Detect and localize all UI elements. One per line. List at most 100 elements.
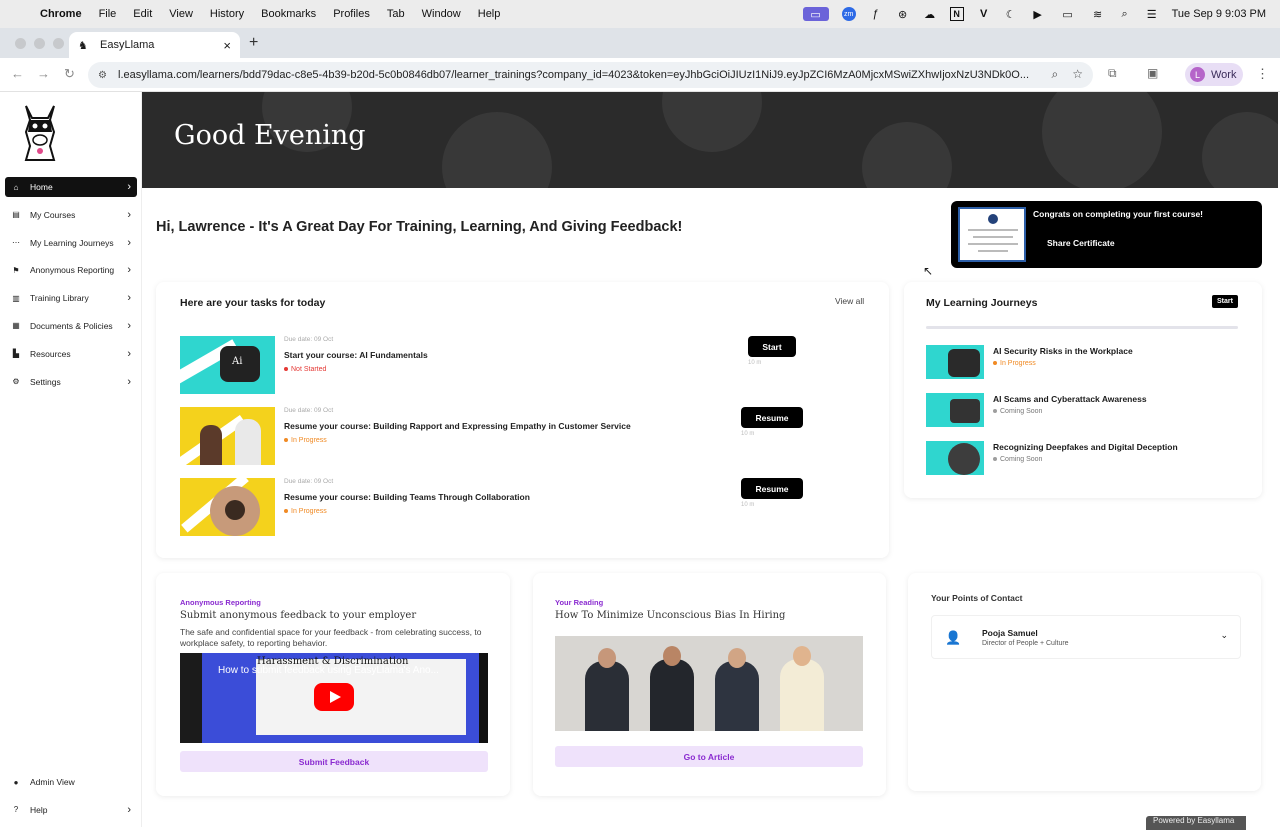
go-to-article-button[interactable]: Go to Article — [555, 746, 863, 767]
easyllama-logo-icon[interactable] — [20, 102, 60, 166]
sidebar-item-learning-journeys[interactable]: ⋯ My Learning Journeys › — [5, 233, 137, 253]
status-badge: In Progress — [993, 360, 1036, 367]
openai-icon[interactable]: ⊛ — [896, 7, 910, 21]
user-icon: ● — [13, 777, 19, 787]
menu-history[interactable]: History — [210, 8, 244, 20]
contact-row[interactable]: 👤 Pooja Samuel Director of People + Cult… — [931, 615, 1241, 659]
journeys-title: My Learning Journeys — [926, 297, 1038, 309]
moon-icon[interactable]: ☾ — [1004, 7, 1018, 21]
journey-item[interactable]: AI Scams and Cyberattack Awareness Comin… — [926, 393, 1246, 427]
journey-item[interactable]: Recognizing Deepfakes and Digital Decept… — [926, 441, 1246, 475]
chevron-down-icon[interactable]: ⌄ — [1220, 630, 1228, 641]
article-image[interactable] — [555, 636, 863, 731]
menu-window[interactable]: Window — [422, 8, 461, 20]
zoom-icon[interactable]: zm — [841, 7, 856, 21]
sidebar-item-label: Admin View — [30, 777, 75, 787]
task-name[interactable]: Start your course: AI Fundamentals — [284, 350, 428, 360]
sidebar-item-my-courses[interactable]: ▤ My Courses › — [5, 205, 137, 225]
zoom-lens-icon[interactable]: ⌕ — [1052, 67, 1059, 82]
reload-icon[interactable]: ↻ — [64, 66, 75, 82]
course-thumbnail[interactable]: Ai — [180, 336, 275, 394]
bookmark-star-icon[interactable]: ☆ — [1072, 67, 1083, 82]
sidebar-item-training-library[interactable]: ▥ Training Library › — [5, 288, 137, 308]
menu-view[interactable]: View — [169, 8, 193, 20]
sidebar-item-home[interactable]: ⌂ Home › — [5, 177, 137, 197]
extensions-icon[interactable]: ⧉ — [1108, 66, 1117, 81]
menu-profiles[interactable]: Profiles — [333, 8, 370, 20]
chevron-right-icon: › — [127, 236, 131, 249]
battery-icon[interactable]: ▭ — [1058, 7, 1078, 21]
certificate-thumbnail[interactable] — [958, 207, 1026, 262]
sidebar-item-settings[interactable]: ⚙ Settings › — [5, 372, 137, 392]
play-circle-icon[interactable]: ▶ — [1031, 7, 1045, 21]
view-all-link[interactable]: View all — [835, 296, 864, 306]
start-button[interactable]: Start — [748, 336, 796, 357]
screen-share-icon[interactable]: ▭ — [802, 7, 829, 21]
sidebar-item-anonymous-reporting[interactable]: ⚑ Anonymous Reporting › — [5, 260, 137, 280]
task-name[interactable]: Resume your course: Building Rapport and… — [284, 421, 631, 431]
journey-name: AI Scams and Cyberattack Awareness — [993, 394, 1147, 404]
course-thumbnail[interactable] — [180, 407, 275, 465]
back-icon[interactable]: ← — [11, 66, 24, 81]
control-center-icon[interactable]: ☰ — [1145, 7, 1159, 21]
menu-app-name[interactable]: Chrome — [40, 8, 82, 20]
mouse-cursor-icon: ↖ — [923, 264, 934, 278]
task-duration: 10 m — [741, 431, 755, 437]
figma-icon[interactable]: ƒ — [869, 7, 883, 21]
menu-bookmarks[interactable]: Bookmarks — [261, 8, 316, 20]
zoom-window-button[interactable] — [53, 38, 64, 49]
sidebar-item-documents-policies[interactable]: ▦ Documents & Policies › — [5, 316, 137, 336]
close-tab-icon[interactable]: × — [223, 38, 231, 53]
vectorworks-icon[interactable]: V — [977, 7, 991, 21]
sidebar-item-admin-view[interactable]: ● Admin View — [5, 772, 137, 792]
side-panel-icon[interactable]: ▣ — [1147, 66, 1158, 80]
chevron-right-icon: › — [127, 375, 131, 388]
wifi-icon[interactable]: ≋ — [1091, 7, 1105, 21]
menu-help[interactable]: Help — [478, 8, 501, 20]
card-heading[interactable]: How To Minimize Unconscious Bias In Hiri… — [555, 610, 785, 621]
journeys-progress-bar — [926, 326, 1238, 329]
new-tab-icon[interactable]: + — [249, 34, 258, 52]
sidebar-item-label: My Courses — [30, 209, 76, 220]
menubar-clock[interactable]: Tue Sep 9 9:03 PM — [1172, 8, 1266, 20]
journeys-start-button[interactable]: Start — [1212, 295, 1238, 308]
chrome-menu-icon[interactable]: ⋮ — [1256, 66, 1269, 82]
url-text[interactable]: l.easyllama.com/learners/bdd79dac-c8e5-4… — [118, 69, 1038, 81]
video-title[interactable]: How to submit feedback using EasyLlama's… — [218, 665, 439, 676]
tab-title: EasyLlama — [100, 39, 155, 51]
cloud-icon[interactable]: ☁ — [923, 7, 937, 21]
task-name[interactable]: Resume your course: Building Teams Throu… — [284, 492, 530, 502]
llama-favicon-icon: ♞ — [78, 39, 88, 52]
share-certificate-button[interactable]: Share Certificate — [1047, 238, 1115, 248]
card-label: Anonymous Reporting — [180, 598, 261, 607]
resume-button[interactable]: Resume — [741, 407, 803, 428]
browser-tab-easyllama[interactable]: ♞ EasyLlama × — [69, 32, 240, 58]
menu-file[interactable]: File — [99, 8, 117, 20]
journey-thumbnail — [926, 441, 984, 475]
task-row: Due date: 09 Oct Resume your course: Bui… — [180, 478, 870, 536]
menu-edit[interactable]: Edit — [133, 8, 152, 20]
play-button-icon[interactable] — [314, 683, 354, 711]
task-due-date: Due date: 09 Oct — [284, 478, 334, 485]
reading-card: Your Reading How To Minimize Unconscious… — [533, 573, 886, 796]
sidebar-item-help[interactable]: ? Help › — [5, 800, 137, 820]
resume-button[interactable]: Resume — [741, 478, 803, 499]
notion-icon[interactable]: N — [949, 7, 964, 21]
site-settings-icon[interactable]: ⚙ — [98, 70, 112, 81]
profile-chip[interactable]: L Work — [1185, 63, 1243, 86]
sidebar: ⌂ Home › ▤ My Courses › ⋯ My Learning Jo… — [0, 92, 142, 827]
course-thumbnail[interactable] — [180, 478, 275, 536]
powered-by-badge[interactable]: Powered by Easyllama — [1146, 816, 1246, 830]
spotlight-icon[interactable]: ⌕ — [1118, 7, 1132, 21]
sidebar-item-resources[interactable]: ▙ Resources › — [5, 344, 137, 364]
submit-feedback-button[interactable]: Submit Feedback — [180, 751, 488, 772]
certificate-message: Congrats on completing your first course… — [1033, 209, 1204, 219]
close-window-button[interactable] — [15, 38, 26, 49]
menu-tab[interactable]: Tab — [387, 8, 405, 20]
journey-item[interactable]: AI Security Risks in the Workplace In Pr… — [926, 345, 1246, 379]
forward-icon[interactable]: → — [37, 66, 50, 81]
minimize-window-button[interactable] — [34, 38, 45, 49]
flag-icon: ⚑ — [12, 265, 20, 275]
video-player[interactable]: Harassment & Discrimination How to submi… — [180, 653, 488, 743]
address-bar[interactable]: ⚙ l.easyllama.com/learners/bdd79dac-c8e5… — [88, 62, 1093, 88]
